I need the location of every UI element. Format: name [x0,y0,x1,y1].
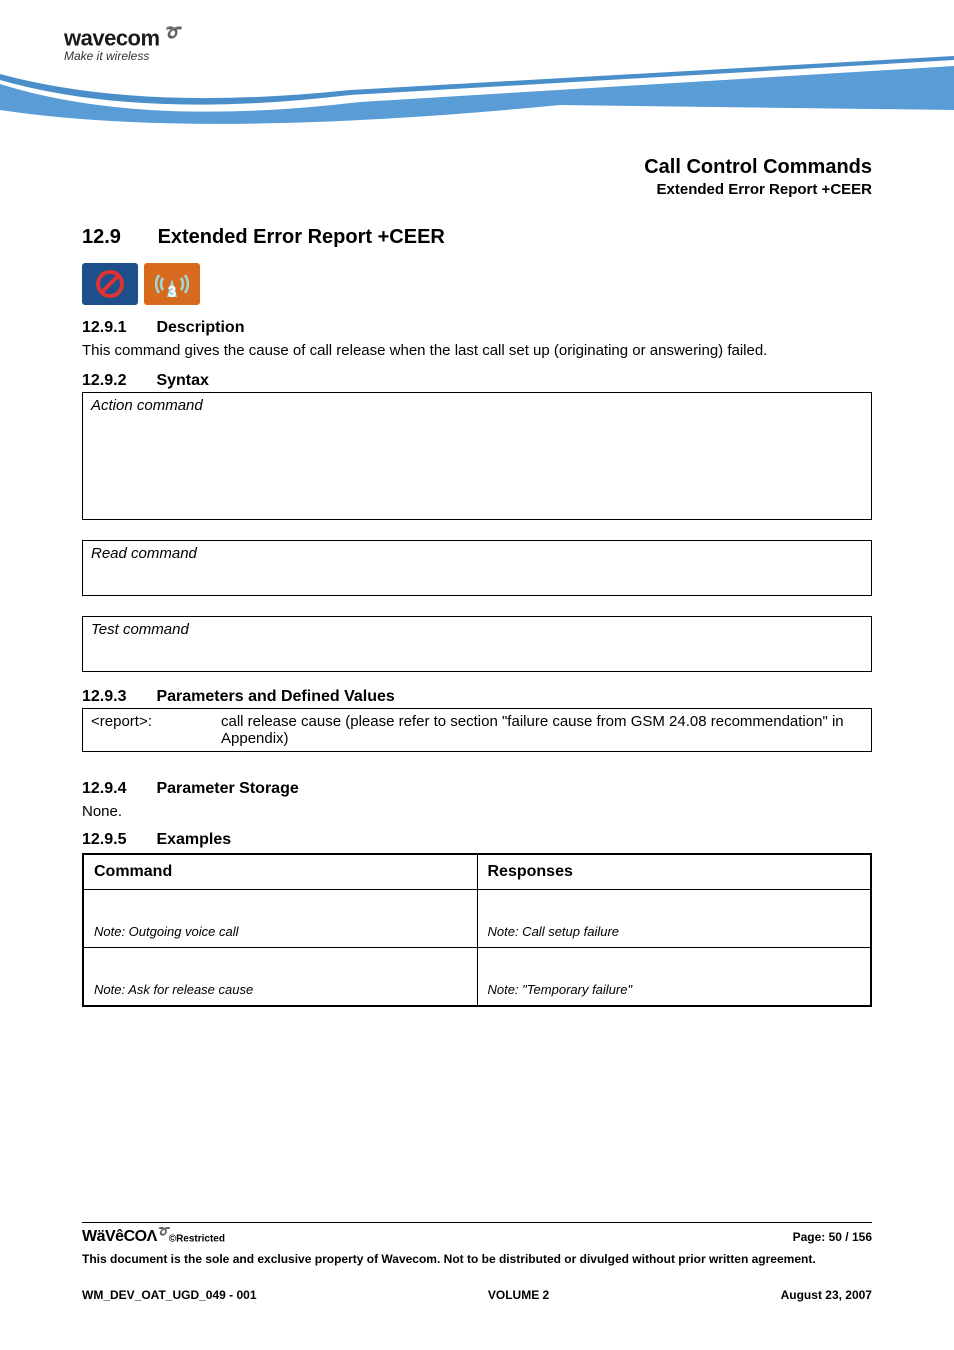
parameter-description: call release cause (please refer to sect… [221,713,863,747]
footer-rule [82,1222,872,1223]
description-body: This command gives the cause of call rel… [82,341,872,360]
syntax-heading: 12.9.2 Syntax [82,372,872,390]
example-command: Note: Outgoing voice call [83,890,477,948]
wireless-tower-icon: 3 [144,263,200,305]
read-command-box: Read command [82,540,872,596]
examples-heading: 12.9.5 Examples [82,831,872,849]
examples-number: 12.9.5 [82,831,152,849]
syntax-title: Syntax [156,372,208,389]
examples-title: Examples [156,831,231,848]
parameter-row: <report>: call release cause (please ref… [83,709,871,751]
footer-line-1: WäVêCOΛ➰©Restricted Page: 50 / 156 [82,1227,872,1246]
chapter-title: Call Control Commands [82,156,872,179]
content: Call Control Commands Extended Error Rep… [0,156,954,1007]
footer-brand-name: WäVêCOΛ➰ [82,1228,169,1245]
table-row: Note: Outgoing voice call Note: Call set… [83,890,871,948]
examples-table: Command Responses Note: Outgoing voice c… [82,853,872,1007]
footer-swirl-icon: ➰ [157,1227,169,1238]
storage-title: Parameter Storage [156,780,298,797]
header-swoosh-graphic [0,50,954,150]
storage-heading: 12.9.4 Parameter Storage [82,780,872,798]
section-heading: 12.9 Extended Error Report +CEER [82,226,872,249]
example-response: Note: "Temporary failure" [477,948,871,1006]
description-number: 12.9.1 [82,319,152,337]
brand-name-text: wavecom [64,25,160,50]
footer-brand: WäVêCOΛ➰©Restricted [82,1227,225,1246]
footer-volume: VOLUME 2 [488,1288,549,1302]
footer-page-total: 156 [852,1230,872,1244]
section-number: 12.9 [82,226,152,249]
footer-page-current: 50 [829,1230,842,1244]
parameters-heading: 12.9.3 Parameters and Defined Values [82,688,872,706]
test-command-label: Test command [91,621,189,638]
footer-date: August 23, 2007 [781,1288,872,1302]
footer-disclaimer: This document is the sole and exclusive … [82,1252,872,1266]
test-command-box: Test command [82,616,872,672]
page-footer: WäVêCOΛ➰©Restricted Page: 50 / 156 This … [82,1222,872,1302]
parameters-title: Parameters and Defined Values [156,688,394,705]
no-sim-icon [82,263,138,305]
chapter-subtitle: Extended Error Report +CEER [82,181,872,198]
col-header-responses: Responses [477,854,871,890]
brand-name: wavecom ➰ [64,24,180,51]
footer-page-label: Page: [793,1230,829,1244]
syntax-number: 12.9.2 [82,372,152,390]
brand-swirl-icon: ➰ [160,24,180,40]
description-heading: 12.9.1 Description [82,319,872,337]
storage-number: 12.9.4 [82,780,152,798]
footer-line-3: WM_DEV_OAT_UGD_049 - 001 VOLUME 2 August… [82,1288,872,1302]
footer-restricted: ©Restricted [169,1233,225,1244]
table-header-row: Command Responses [83,854,871,890]
parameter-name: <report>: [91,713,221,747]
storage-body: None. [82,802,872,821]
footer-doc-id: WM_DEV_OAT_UGD_049 - 001 [82,1288,257,1302]
svg-text:3: 3 [168,284,177,299]
example-command: Note: Ask for release cause [83,948,477,1006]
table-row: Note: Ask for release cause Note: "Tempo… [83,948,871,1006]
read-command-label: Read command [91,545,197,562]
status-icon-row: 3 [82,263,872,305]
col-header-command: Command [83,854,477,890]
parameters-table: <report>: call release cause (please ref… [82,708,872,752]
section-title: Extended Error Report +CEER [158,226,445,248]
action-command-label: Action command [91,397,203,414]
description-title: Description [156,319,244,336]
action-command-box: Action command [82,392,872,520]
page: wavecom ➰ Make it wireless Call Control … [0,0,954,1007]
parameters-number: 12.9.3 [82,688,152,706]
footer-page-sep: / [842,1230,852,1244]
footer-page: Page: 50 / 156 [793,1230,872,1244]
example-response: Note: Call setup failure [477,890,871,948]
page-header: wavecom ➰ Make it wireless [0,0,954,150]
